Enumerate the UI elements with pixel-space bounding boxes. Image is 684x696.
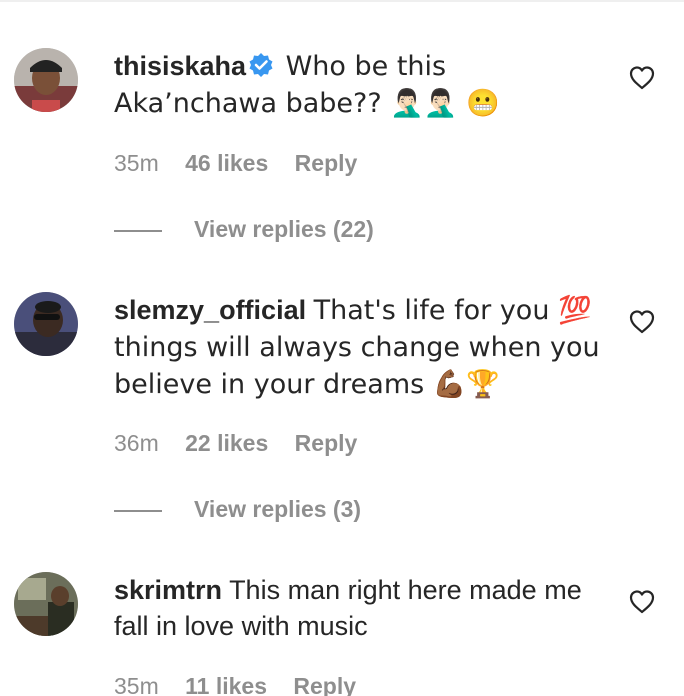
replies-divider	[114, 509, 162, 512]
comment-username[interactable]: skrimtrn	[114, 575, 222, 605]
profile-avatar-icon	[14, 48, 78, 112]
verified-badge-icon	[248, 51, 274, 77]
heart-icon[interactable]	[628, 64, 656, 92]
comment-username[interactable]: slemzy_official	[114, 295, 306, 325]
avatar[interactable]	[14, 572, 78, 636]
view-replies-label: View replies (22)	[194, 216, 374, 242]
comment-time: 35m	[114, 150, 159, 176]
comment-body: thisiskaha Who be this Aka’nchawa babe??…	[114, 48, 604, 122]
view-replies-label: View replies (3)	[194, 496, 362, 522]
comment-meta: 36m 22 likes Reply	[114, 430, 377, 457]
avatar[interactable]	[14, 292, 78, 356]
comment-meta: 35m 11 likes Reply	[114, 673, 376, 696]
view-replies-button[interactable]: View replies (3)	[114, 496, 361, 523]
comment-meta: 35m 46 likes Reply	[114, 150, 377, 177]
heart-icon[interactable]	[628, 308, 656, 336]
comment-username[interactable]: thisiskaha	[114, 51, 246, 81]
replies-divider	[114, 229, 162, 232]
comment-time: 36m	[114, 430, 159, 456]
avatar[interactable]	[14, 48, 78, 112]
profile-avatar-icon	[14, 572, 78, 636]
likes-count[interactable]: 11 likes	[185, 673, 267, 696]
view-replies-button[interactable]: View replies (22)	[114, 216, 374, 243]
reply-button[interactable]: Reply	[293, 673, 356, 696]
heart-icon[interactable]	[628, 588, 656, 616]
comment-body: skrimtrn This man right here made me fal…	[114, 572, 604, 644]
likes-count[interactable]: 22 likes	[185, 430, 268, 456]
profile-avatar-icon	[14, 292, 78, 356]
comment-time: 35m	[114, 673, 159, 696]
reply-button[interactable]: Reply	[295, 430, 358, 456]
likes-count[interactable]: 46 likes	[185, 150, 268, 176]
reply-button[interactable]: Reply	[295, 150, 358, 176]
top-divider	[0, 0, 684, 2]
comment-body: slemzy_official That's life for you 💯 th…	[114, 292, 604, 403]
